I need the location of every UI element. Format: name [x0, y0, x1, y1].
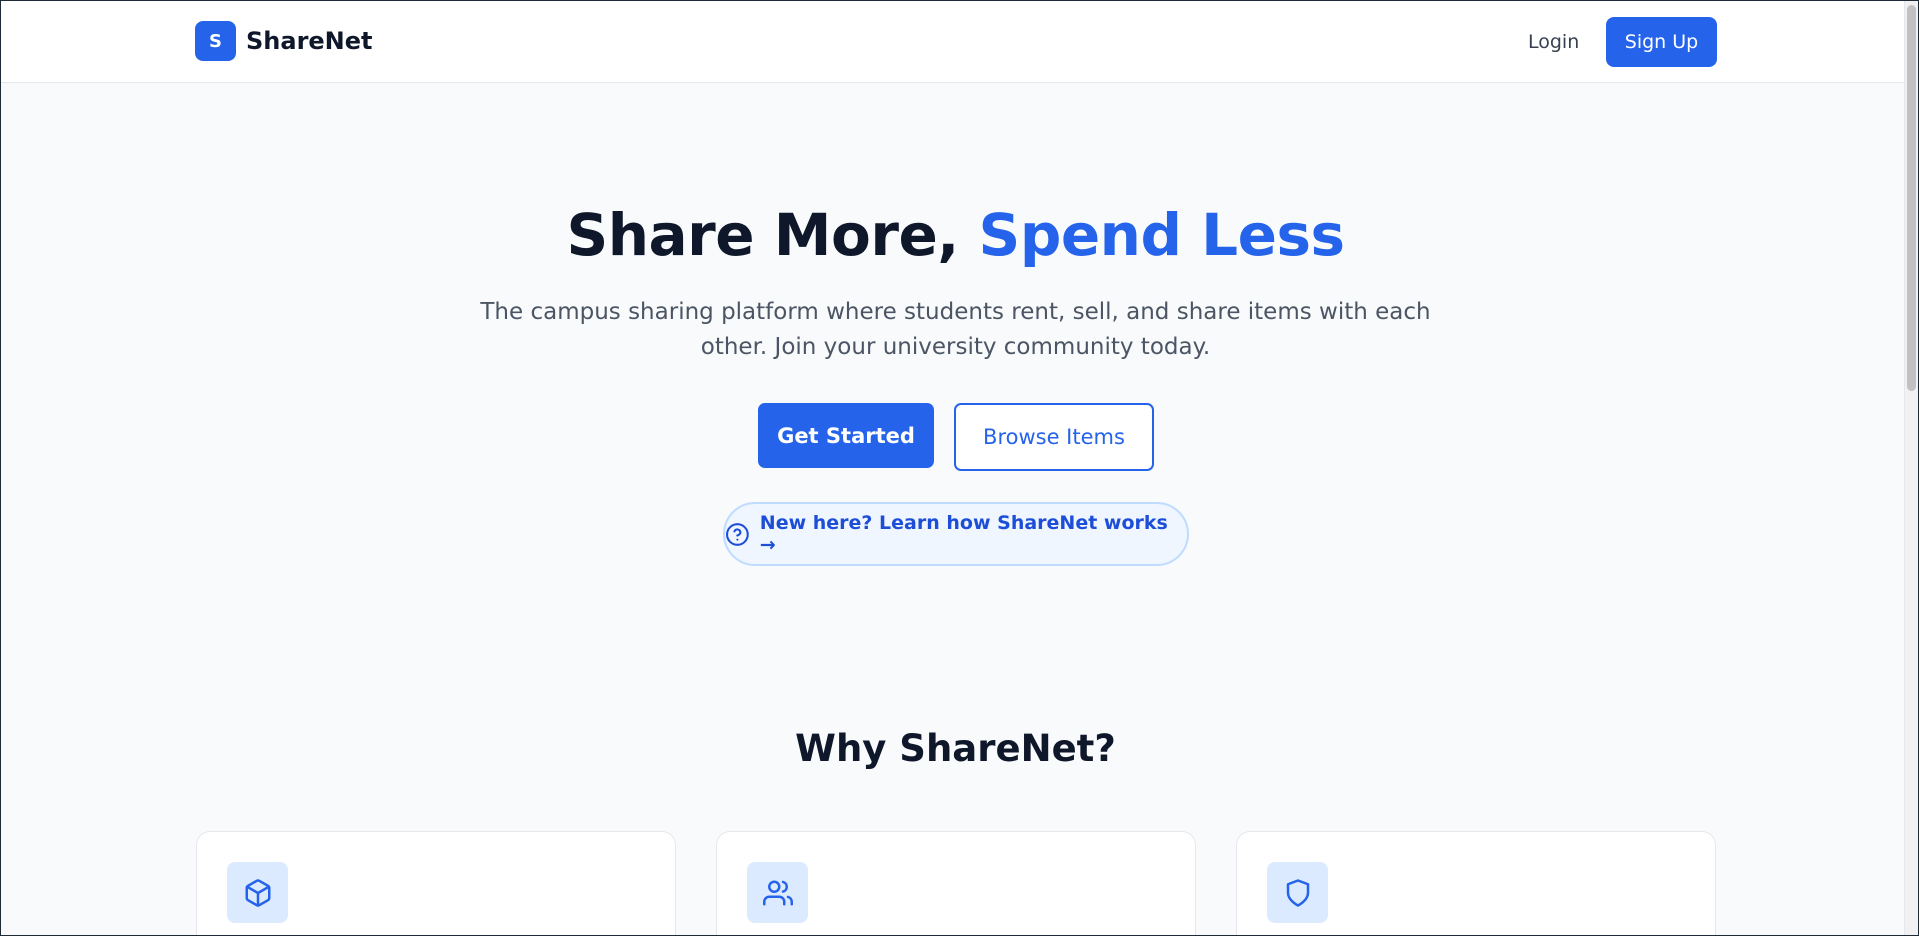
learn-how-link[interactable]: New here? Learn how ShareNet works → — [723, 502, 1189, 566]
feature-icon-shield — [1267, 862, 1328, 923]
browse-items-button[interactable]: Browse Items — [954, 403, 1154, 471]
features-title: Why ShareNet? — [795, 727, 1116, 770]
hero-subtitle-line2: other. Join your university community to… — [700, 334, 1211, 360]
logo-badge: S — [195, 21, 236, 61]
feature-icon-box — [227, 862, 288, 923]
login-link[interactable]: Login — [1528, 31, 1579, 53]
scrollbar-thumb[interactable] — [1907, 5, 1916, 391]
top-nav: S ShareNet Login Sign Up — [1, 1, 1918, 83]
feature-card-3 — [1236, 831, 1716, 935]
help-circle-icon — [726, 522, 749, 546]
brand-name: ShareNet — [246, 27, 373, 55]
feature-card-1 — [196, 831, 676, 935]
users-icon — [762, 880, 793, 905]
box-icon — [245, 878, 270, 907]
hero-title-accent: Spend Less — [978, 201, 1345, 269]
page-frame: S ShareNet Login Sign Up Share More, Spe… — [0, 0, 1919, 936]
feature-icon-users — [747, 862, 808, 923]
vertical-scrollbar[interactable] — [1904, 1, 1918, 935]
signup-button[interactable]: Sign Up — [1606, 17, 1717, 67]
shield-icon — [1286, 878, 1309, 907]
learn-how-label: New here? Learn how ShareNet works → — [759, 512, 1168, 556]
feature-card-2 — [716, 831, 1196, 935]
hero-title: Share More, Spend Less — [1, 201, 1910, 269]
brand-logo[interactable]: S ShareNet — [195, 21, 373, 61]
hero-title-main: Share More, — [566, 201, 979, 269]
hero-subtitle: The campus sharing platform where studen… — [1, 295, 1910, 365]
hero-subtitle-line1: The campus sharing platform where studen… — [480, 299, 1431, 325]
get-started-button[interactable]: Get Started — [758, 403, 934, 468]
